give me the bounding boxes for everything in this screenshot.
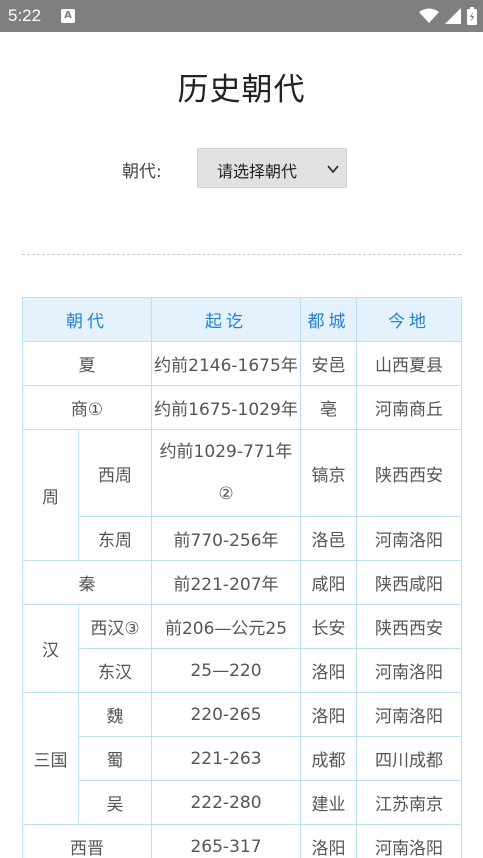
location-cell: 河南洛阳 <box>356 692 462 737</box>
table-header-row: 朝代 起讫 都城 今地 <box>22 297 462 342</box>
table-row: 周 西周 约前1029-771年② 镐京 陕西西安 <box>22 429 462 561</box>
location-cell: 山西夏县 <box>356 341 462 386</box>
sub-dynasty-cell: 西汉③ <box>78 604 152 649</box>
table-row: 夏 约前2146-1675年 安邑 山西夏县 <box>22 341 462 386</box>
capital-cell: 洛阳 <box>300 692 357 737</box>
location-cell: 河南洛阳 <box>356 648 462 693</box>
sub-dynasty-cell: 蜀 <box>78 736 152 781</box>
page-title: 历史朝代 <box>177 72 306 108</box>
period-cell: 220-265 <box>151 692 301 737</box>
capital-cell: 洛邑 <box>300 516 357 561</box>
period-cell: 222-280 <box>151 780 301 825</box>
capital-cell: 镐京 <box>300 429 357 517</box>
battery-icon <box>467 7 477 25</box>
header-period: 起讫 <box>151 297 301 342</box>
status-time: 5:22 <box>8 6 42 25</box>
capital-cell: 咸阳 <box>300 560 357 605</box>
sub-dynasty-cell: 东周 <box>78 516 152 561</box>
period-cell: 约前1675-1029年 <box>151 385 301 430</box>
dynasty-group-cell: 三国 <box>22 692 79 825</box>
status-icons <box>419 7 477 25</box>
capital-cell: 亳 <box>300 385 357 430</box>
table-row: 东周 前770-256年 洛邑 河南洛阳 <box>23 516 462 561</box>
location-cell: 河南商丘 <box>356 385 462 430</box>
location-cell: 河南洛阳 <box>356 824 462 858</box>
header-dynasty: 朝代 <box>22 297 152 342</box>
signal-icon <box>445 8 461 24</box>
capital-cell: 成都 <box>300 736 357 781</box>
header-location: 今地 <box>356 297 462 342</box>
dynasty-group-cell: 汉 <box>22 604 79 693</box>
capital-cell: 长安 <box>300 604 357 649</box>
dynasty-selector-label: 朝代: <box>122 162 162 182</box>
period-cell: 25—220 <box>151 648 301 693</box>
wifi-icon <box>419 8 439 23</box>
table-row: 东汉 25—220 洛阳 河南洛阳 <box>23 648 462 693</box>
location-cell: 四川成都 <box>356 736 462 781</box>
header-capital: 都城 <box>300 297 357 342</box>
period-cell: 约前2146-1675年 <box>151 341 301 386</box>
period-cell: 约前1029-771年② <box>151 429 301 517</box>
table-row: 三国 魏 220-265 洛阳 河南洛阳 <box>22 692 462 825</box>
period-cell: 265-317 <box>151 824 301 858</box>
chevron-down-icon <box>327 165 339 174</box>
table-row: 秦 前221-207年 咸阳 陕西咸阳 <box>22 560 462 605</box>
sub-dynasty-cell: 吴 <box>78 780 152 825</box>
location-cell: 陕西西安 <box>356 429 462 517</box>
location-cell: 江苏南京 <box>356 780 462 825</box>
dynasty-group-cell: 周 <box>22 429 79 561</box>
table-row: 汉 西汉③ 前206—公元25 长安 陕西西安 <box>22 604 462 693</box>
location-cell: 陕西西安 <box>356 604 462 649</box>
capital-cell: 洛阳 <box>300 648 357 693</box>
location-cell: 河南洛阳 <box>356 516 462 561</box>
sub-dynasty-cell: 西周 <box>78 429 152 517</box>
capital-cell: 洛阳 <box>300 824 357 858</box>
table-row: 蜀 221-263 成都 四川成都 <box>23 736 462 781</box>
period-cell: 前206—公元25 <box>151 604 301 649</box>
dashed-divider <box>22 254 461 255</box>
location-cell: 陕西咸阳 <box>356 560 462 605</box>
dynasty-table: 朝代 起讫 都城 今地 夏 约前2146-1675年 安邑 山西夏县 商① 约前… <box>22 297 462 858</box>
status-bar: 5:22 A <box>0 0 483 32</box>
dynasty-cell: 商① <box>22 385 152 430</box>
capital-cell: 建业 <box>300 780 357 825</box>
table-row: 商① 约前1675-1029年 亳 河南商丘 <box>22 385 462 430</box>
table-row: 吴 222-280 建业 江苏南京 <box>23 780 462 825</box>
notification-icon: A <box>61 9 75 23</box>
table-row: 西晋 265-317 洛阳 河南洛阳 <box>22 824 462 858</box>
dynasty-select[interactable]: 请选择朝代 <box>197 148 347 188</box>
dynasty-cell: 西晋 <box>22 824 152 858</box>
dynasty-selector-row: 朝代: 请选择朝代 <box>0 148 483 188</box>
dynasty-cell: 秦 <box>22 560 152 605</box>
dynasty-select-value: 请选择朝代 <box>217 162 298 181</box>
sub-dynasty-cell: 东汉 <box>78 648 152 693</box>
period-cell: 前770-256年 <box>151 516 301 561</box>
sub-dynasty-cell: 魏 <box>78 692 152 737</box>
dynasty-cell: 夏 <box>22 341 152 386</box>
period-cell: 221-263 <box>151 736 301 781</box>
capital-cell: 安邑 <box>300 341 357 386</box>
period-cell: 前221-207年 <box>151 560 301 605</box>
